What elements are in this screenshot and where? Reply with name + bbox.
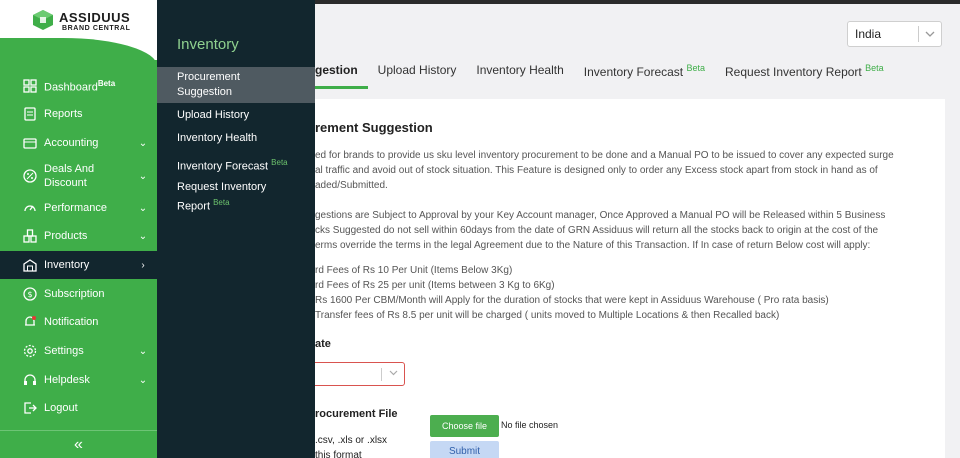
beta-badge: Beta bbox=[271, 158, 288, 167]
sidebar: ASSIDUUS BRAND CENTRAL DashboardBeta Rep… bbox=[0, 0, 157, 458]
chevron-down-icon: ⌄ bbox=[138, 170, 148, 182]
sidebar-item-notification[interactable]: Notification bbox=[0, 308, 157, 336]
upload-format-help: .csv, .xls or .xlsx bbox=[315, 435, 388, 446]
chevron-down-icon: ⌄ bbox=[138, 374, 148, 386]
brand-subtitle: BRAND CENTRAL bbox=[62, 25, 131, 32]
headset-icon bbox=[22, 373, 37, 388]
bell-icon bbox=[22, 315, 37, 330]
select-separator bbox=[381, 368, 382, 381]
logout-icon bbox=[22, 401, 37, 416]
sidebar-item-deals-and-discount[interactable]: Deals And Discount ⌄ bbox=[0, 161, 157, 191]
performance-icon bbox=[22, 201, 37, 216]
list-item: Transfer fees of Rs 8.5 per unit will be… bbox=[315, 310, 780, 321]
chevron-down-icon: ⌄ bbox=[138, 202, 148, 214]
chevron-down-icon bbox=[919, 29, 941, 40]
submenu-item-upload-history[interactable]: Upload History bbox=[157, 108, 315, 123]
date-label: ate bbox=[315, 338, 331, 350]
tab-procurement-suggestion[interactable]: gestion bbox=[285, 58, 368, 89]
submenu-item-procurement-suggestion[interactable]: Procurement Suggestion bbox=[157, 67, 315, 103]
chevron-down-icon: ⌄ bbox=[138, 230, 148, 242]
tab-inventory-forecast[interactable]: Inventory Forecast Beta bbox=[584, 58, 705, 79]
fees-list: rd Fees of Rs 10 Per Unit (Items Below 3… bbox=[315, 263, 829, 323]
tab-request-inventory-report[interactable]: Request Inventory Report Beta bbox=[725, 58, 884, 79]
logo-icon bbox=[33, 10, 53, 30]
collapse-sidebar-icon[interactable]: « bbox=[0, 430, 157, 458]
chevron-right-icon: › bbox=[141, 259, 145, 271]
beta-badge: Beta bbox=[865, 63, 884, 73]
inventory-submenu: Inventory Procurement Suggestion Upload … bbox=[157, 0, 315, 458]
sidebar-item-accounting[interactable]: Accounting ⌄ bbox=[0, 129, 157, 157]
sidebar-item-performance[interactable]: Performance ⌄ bbox=[0, 194, 157, 222]
upload-format-help: this format bbox=[315, 450, 362, 458]
description-paragraph: ed for brands to provide us sku level in… bbox=[315, 150, 894, 191]
date-select[interactable] bbox=[305, 362, 405, 386]
beta-badge: Beta bbox=[97, 79, 116, 89]
sidebar-item-products[interactable]: Products ⌄ bbox=[0, 222, 157, 250]
tab-inventory-health[interactable]: Inventory Health bbox=[476, 58, 563, 77]
choose-file-button[interactable]: Choose file bbox=[430, 415, 499, 437]
list-item: Rs 1600 Per CBM/Month will Apply for the… bbox=[315, 295, 829, 306]
list-item: rd Fees of Rs 25 per unit (Items between… bbox=[315, 280, 555, 291]
sidebar-item-subscription[interactable]: $ Subscription bbox=[0, 280, 157, 308]
svg-text:$: $ bbox=[27, 290, 32, 299]
accounting-icon bbox=[22, 136, 37, 151]
inventory-tabs: gestion Upload History Inventory Health … bbox=[285, 58, 904, 90]
products-icon bbox=[22, 229, 37, 244]
sidebar-item-logout[interactable]: Logout bbox=[0, 394, 157, 422]
submenu-title: Inventory bbox=[177, 36, 239, 53]
country-value: India bbox=[855, 27, 882, 41]
chevron-down-icon: ⌄ bbox=[138, 137, 148, 149]
country-select[interactable]: India bbox=[847, 21, 942, 47]
reports-icon bbox=[22, 107, 37, 122]
sidebar-item-dashboard[interactable]: DashboardBeta bbox=[0, 72, 157, 100]
beta-badge: Beta bbox=[213, 198, 230, 207]
content-card: rement Suggestion ed for brands to provi… bbox=[305, 99, 945, 458]
submenu-item-request-inventory-report[interactable]: Request Inventory Report Beta bbox=[157, 180, 297, 215]
tab-upload-history[interactable]: Upload History bbox=[378, 58, 457, 77]
beta-badge: Beta bbox=[686, 63, 705, 73]
list-item: rd Fees of Rs 10 Per Unit (Items Below 3… bbox=[315, 265, 513, 276]
sidebar-item-settings[interactable]: Settings ⌄ bbox=[0, 337, 157, 365]
discount-icon bbox=[22, 169, 37, 184]
sidebar-item-reports[interactable]: Reports bbox=[0, 100, 157, 128]
submenu-item-inventory-forecast[interactable]: Inventory Forecast Beta bbox=[157, 155, 315, 175]
page-title: rement Suggestion bbox=[315, 120, 433, 135]
upload-file-label: rocurement File bbox=[315, 408, 398, 420]
submit-button[interactable]: Submit bbox=[430, 441, 499, 458]
chevron-down-icon bbox=[389, 368, 398, 378]
sidebar-item-helpdesk[interactable]: Helpdesk ⌄ bbox=[0, 366, 157, 394]
brand-name: ASSIDUUS bbox=[59, 10, 131, 25]
chevron-down-icon: ⌄ bbox=[138, 345, 148, 357]
sidebar-item-inventory[interactable]: Inventory › bbox=[0, 251, 157, 279]
file-status: No file chosen bbox=[501, 420, 559, 430]
dashboard-icon bbox=[22, 79, 37, 94]
submenu-item-inventory-health[interactable]: Inventory Health bbox=[157, 131, 315, 146]
subscription-icon: $ bbox=[22, 287, 37, 302]
terms-paragraph: gestions are Subject to Approval by your… bbox=[315, 210, 886, 251]
gear-icon bbox=[22, 344, 37, 359]
inventory-icon bbox=[22, 258, 37, 273]
